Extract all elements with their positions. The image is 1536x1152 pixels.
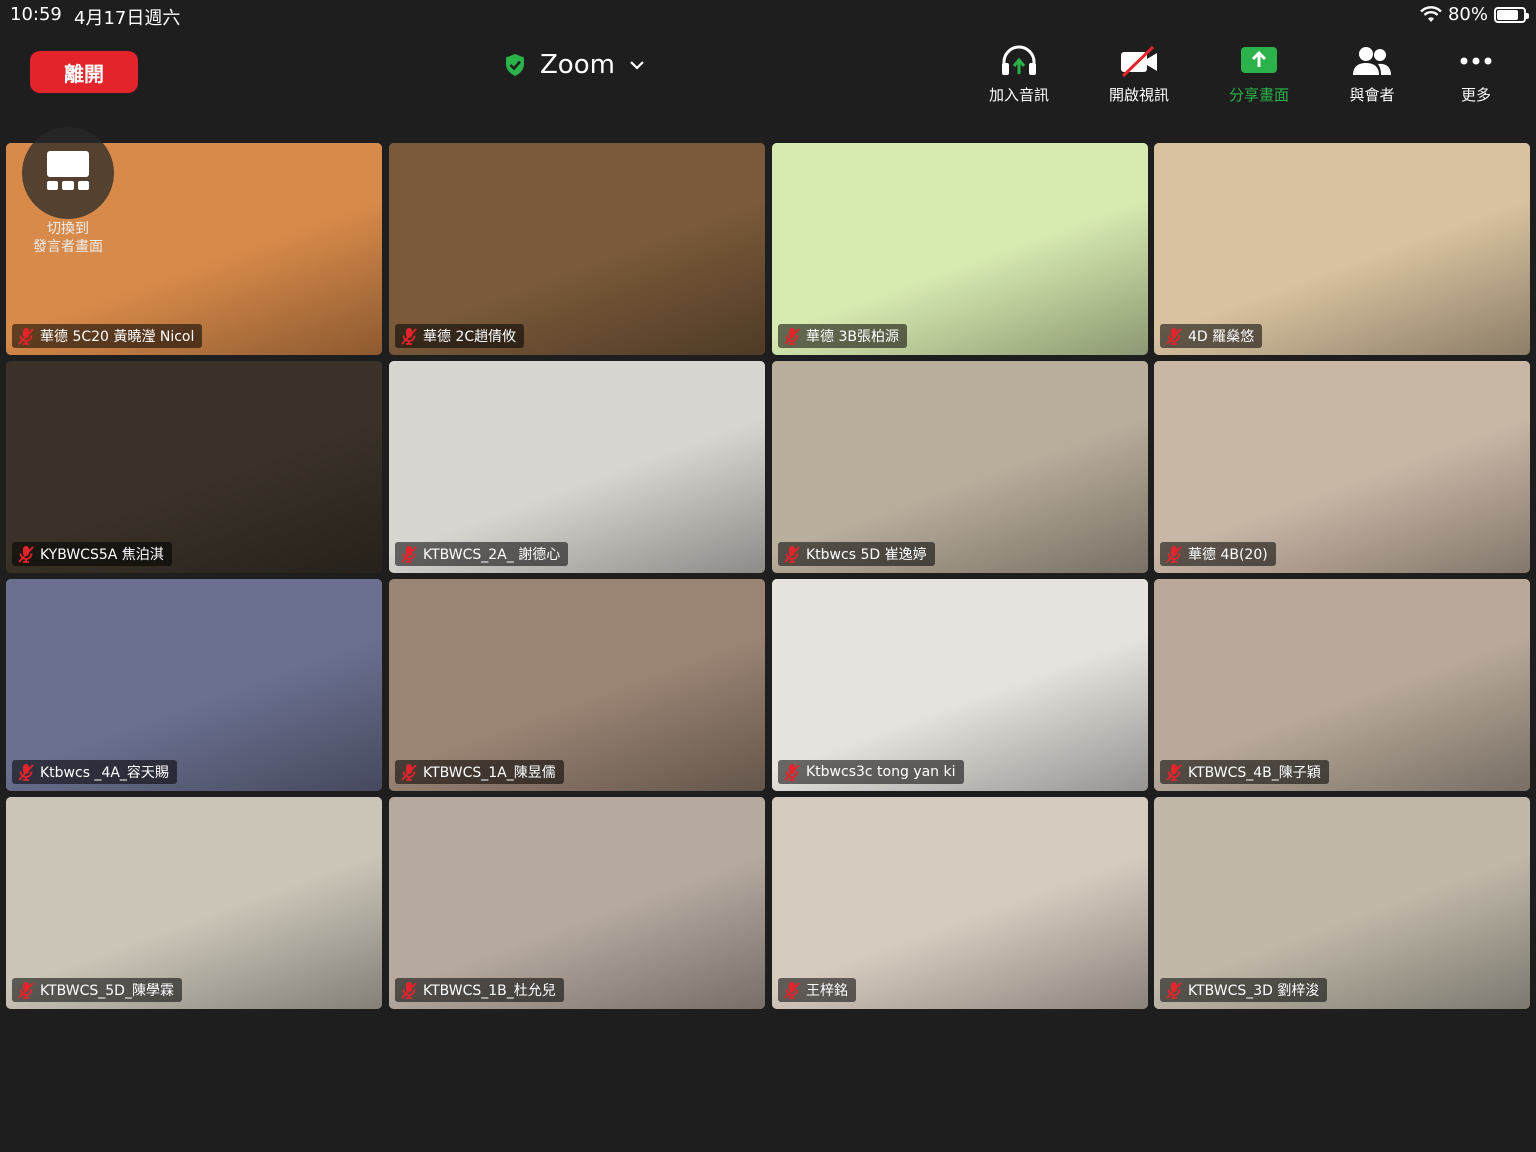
battery-icon [1494,6,1529,23]
mic-muted-icon [1166,764,1182,781]
more-button[interactable]: 更多 [1421,44,1531,105]
participant-name: 王梓銘 [806,983,848,999]
status-time: 10:59 [10,4,62,25]
wifi-icon [1420,5,1442,22]
participant-name: 4D 羅燊悠 [1188,329,1255,345]
participant-tile[interactable]: 華德 2C趙倩攸 [389,143,765,355]
participant-name: KTBWCS_5D_陳學霖 [40,983,174,999]
mic-muted-icon [784,982,800,999]
participant-tile[interactable]: 4D 羅燊悠 [1154,143,1530,355]
participants-icon [1353,47,1391,75]
participant-name: KTBWCS_4B_陳子穎 [1188,765,1321,781]
toolbar: 加入音訊 開啟視訊 分享畫面 與會者 更多 [0,44,1536,104]
mic-muted-icon [18,982,34,999]
participant-tile[interactable]: KYBWCS5A 焦泊淇 [6,361,382,573]
participant-name-bar: 華德 5C20 黃曉瀅 Nicol [12,324,203,348]
participant-name-bar: 4D 羅燊悠 [1160,324,1263,348]
mic-muted-icon [18,328,34,345]
participant-name-bar: 王梓銘 [778,978,856,1002]
mic-muted-icon [784,546,800,563]
mic-muted-icon [401,764,417,781]
participant-tile[interactable]: Ktbwcs3c tong yan ki [772,579,1148,791]
mic-muted-icon [784,764,800,781]
participant-name-bar: KTBWCS_5D_陳學霖 [12,978,182,1002]
status-right: 80% [1420,4,1529,25]
speaker-view-icon [47,151,89,190]
mic-muted-icon [18,546,34,563]
participants-button[interactable]: 與會者 [1317,44,1427,105]
participant-name: Ktbwcs _4A_容天賜 [40,765,169,781]
participant-name-bar: KTBWCS_2A_ 謝德心 [395,542,569,566]
participant-tile[interactable]: KTBWCS_1B_杜允兒 [389,797,765,1009]
join-audio-button[interactable]: 加入音訊 [964,44,1074,105]
participant-name: KYBWCS5A 焦泊淇 [40,547,164,563]
mic-muted-icon [401,546,417,563]
participant-name: 華德 5C20 黃曉瀅 Nicol [40,329,195,345]
switch-view-label-line: 切換到 [47,221,89,237]
participant-name-bar: Ktbwcs 5D 崔逸婷 [778,542,935,566]
participant-tile[interactable]: KTBWCS_4B_陳子穎 [1154,579,1530,791]
status-date: 4月17日週六 [74,8,181,29]
participant-name-bar: 華德 4B(20) [1160,542,1276,566]
join-audio-label: 加入音訊 [988,86,1049,104]
headphones-icon [1002,45,1036,75]
participants-label: 與會者 [1349,86,1395,104]
mic-muted-icon [401,982,417,999]
mic-muted-icon [1166,328,1182,345]
participant-tile[interactable]: KTBWCS_5D_陳學霖 [6,797,382,1009]
participant-name-bar: Ktbwcs3c tong yan ki [778,760,964,784]
participant-name: 華德 2C趙倩攸 [423,329,517,345]
more-label: 更多 [1460,86,1491,104]
participant-name: 華德 4B(20) [1188,547,1268,563]
share-screen-button[interactable]: 分享畫面 [1204,44,1314,105]
status-bar: 10:59 4月17日週六 80% [0,0,1536,30]
participant-name: KTBWCS_2A_ 謝德心 [423,547,561,563]
start-video-button[interactable]: 開啟視訊 [1084,44,1194,105]
switch-to-speaker-view-button[interactable] [22,127,114,219]
participant-name: 華德 3B張柏源 [806,329,899,345]
mic-muted-icon [18,764,34,781]
participant-name-bar: KTBWCS_1A_陳昱儒 [395,760,564,784]
start-video-label: 開啟視訊 [1108,86,1169,104]
participant-name: KTBWCS_3D 劉梓浚 [1188,983,1320,999]
participant-name: Ktbwcs 5D 崔逸婷 [806,547,927,563]
participant-tile[interactable]: KTBWCS_3D 劉梓浚 [1154,797,1530,1009]
participant-tile[interactable]: Ktbwcs _4A_容天賜 [6,579,382,791]
meeting-topbar: 離開 Zoom 加入音訊 開啟視訊 分享畫面 與會者 更多 [0,30,1536,110]
participant-tile[interactable]: 王梓銘 [772,797,1148,1009]
participant-name-bar: 華德 2C趙倩攸 [395,324,525,348]
share-screen-label: 分享畫面 [1228,86,1289,104]
participant-tile[interactable]: 華德 3B張柏源 [772,143,1148,355]
share-screen-icon [1241,47,1277,73]
switch-view-label: 切換到 發言者畫面 [22,220,114,256]
more-icon [1460,57,1492,65]
participant-tile[interactable]: KTBWCS_1A_陳昱儒 [389,579,765,791]
participant-name-bar: Ktbwcs _4A_容天賜 [12,760,177,784]
participant-name-bar: 華德 3B張柏源 [778,324,907,348]
participant-name-bar: KTBWCS_1B_杜允兒 [395,978,564,1002]
mic-muted-icon [784,328,800,345]
participant-tile[interactable]: 華德 4B(20) [1154,361,1530,573]
video-off-icon [1121,45,1157,78]
mic-muted-icon [1166,982,1182,999]
participant-name: Ktbwcs3c tong yan ki [806,764,956,780]
switch-view-label-line: 發言者畫面 [33,239,103,255]
battery-percent: 80% [1447,4,1488,25]
participant-name-bar: KTBWCS_4B_陳子穎 [1160,760,1329,784]
participant-tile[interactable]: Ktbwcs 5D 崔逸婷 [772,361,1148,573]
mic-muted-icon [1166,546,1182,563]
participant-tile[interactable]: KTBWCS_2A_ 謝德心 [389,361,765,573]
mic-muted-icon [401,328,417,345]
participant-name: KTBWCS_1A_陳昱儒 [423,765,556,781]
participant-name: KTBWCS_1B_杜允兒 [423,983,556,999]
participant-name-bar: KYBWCS5A 焦泊淇 [12,542,172,566]
participant-name-bar: KTBWCS_3D 劉梓浚 [1160,978,1328,1002]
